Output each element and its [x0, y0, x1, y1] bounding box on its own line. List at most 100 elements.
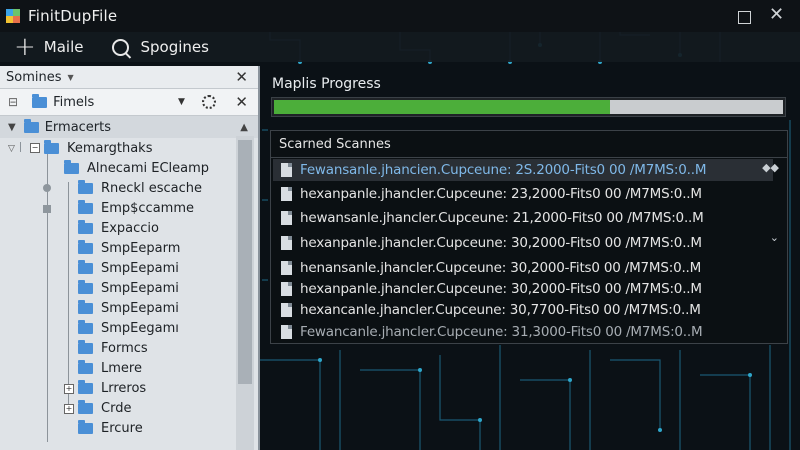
folder-icon: [78, 219, 93, 234]
chevron-up-icon[interactable]: ▲: [240, 122, 248, 133]
tree-scrollbar[interactable]: [236, 136, 254, 450]
folder-icon: [78, 339, 93, 354]
file-row[interactable]: henansanle.jhancler.Cupceune: 30,2000-Fi…: [281, 257, 701, 279]
tree-item-label: Ercure: [101, 420, 143, 436]
tree-line: [68, 182, 69, 412]
folder-icon: [78, 239, 93, 254]
gear-icon[interactable]: [202, 95, 216, 109]
scanned-files-panel: Scarned Scannes Fewansanle.jhancien.Cupc…: [270, 130, 788, 344]
file-row[interactable]: hexanpanle.jhancler.Cupceune: 30,2000-Fi…: [281, 232, 702, 254]
folder-icon: [78, 259, 93, 274]
expand-icon[interactable]: +: [64, 384, 74, 394]
file-icon: [281, 211, 292, 225]
chevron-down-icon[interactable]: ▼: [178, 97, 185, 107]
tree-item[interactable]: SmpEepami: [78, 298, 179, 318]
tree-item-label: SmpEegamı: [101, 320, 179, 336]
file-row-text: Fewancanle.jhancler.Cupceune: 31,3000-Fi…: [300, 324, 703, 340]
tree-item-label: Formcs: [101, 340, 148, 356]
tree-item[interactable]: SmpEepami: [78, 258, 179, 278]
tree-item-label: Lrreros: [101, 380, 147, 396]
file-row[interactable]: hewansanle.jhancler.Cupceune: 21,2000-Fi…: [281, 207, 704, 229]
folder-icon: [78, 279, 93, 294]
file-row[interactable]: Fewancanle.jhancler.Cupceune: 31,3000-Fi…: [281, 321, 703, 343]
node-dot: [43, 184, 51, 192]
scroll-thumb[interactable]: [238, 140, 252, 384]
file-icon: [281, 236, 292, 250]
file-row[interactable]: hexanpanle.jhancler.Cupceune: 23,2000-Fi…: [281, 183, 702, 205]
file-row-text: hexanpanle.jhancler.Cupceune: 30,2000-Fi…: [300, 235, 702, 251]
tree-root-label: Ermacerts: [44, 119, 112, 135]
progress-fill: [274, 100, 610, 114]
progress-remaining: [610, 100, 783, 114]
tree-item-label: SmpEepami: [101, 260, 179, 276]
folder-icon: [78, 199, 93, 214]
sort-icon[interactable]: ◆◆: [762, 161, 779, 174]
file-row-text: hexancanle.jhancler.Cupceune: 30,7700-Fi…: [300, 302, 701, 318]
expand-icon[interactable]: ▼: [8, 122, 16, 133]
panel-header: Somines ▼ ✕: [0, 66, 258, 89]
tree-item[interactable]: Kemargthaks: [44, 138, 152, 158]
file-icon: [281, 163, 292, 177]
file-icon: [281, 261, 292, 275]
tree-item-label: Crde: [101, 400, 132, 416]
file-row[interactable]: hexancanle.jhancler.Cupceune: 30,7700-Fi…: [281, 299, 701, 321]
file-icon: [281, 282, 292, 296]
title-bar: FinitDupFile ✕: [0, 0, 800, 32]
tree-item[interactable]: Ercure: [78, 418, 143, 438]
maximize-button[interactable]: [738, 11, 751, 24]
tree-item[interactable]: Lmere: [78, 358, 142, 378]
add-button-label: Maile: [43, 38, 84, 56]
search-icon: [111, 38, 129, 56]
folder-icon: [78, 359, 93, 374]
tree-item[interactable]: Expaccio: [78, 218, 159, 238]
tree-item-label: SmpEepami: [101, 280, 179, 296]
scanned-files-title: Scarned Scannes: [279, 137, 391, 152]
collapse-icon[interactable]: −: [30, 143, 40, 153]
clear-icon[interactable]: ✕: [235, 93, 248, 111]
panel-header-label[interactable]: Somines: [6, 70, 62, 85]
file-icon: [281, 325, 292, 339]
folder-icon: [78, 179, 93, 194]
folder-icon: [78, 319, 93, 334]
file-row[interactable]: hexanpanle.jhancler.Cupceune: 30,2000-Fi…: [281, 278, 702, 300]
folder-icon: [78, 419, 93, 434]
scan-progress-bar: [271, 97, 786, 117]
tree-item[interactable]: Emp$ccamme: [78, 198, 194, 218]
app-logo-icon: [6, 9, 20, 23]
tree-root[interactable]: ▼ Ermacerts ▲: [0, 116, 258, 138]
tree-item-label: Kemargthaks: [67, 140, 153, 156]
tree-item[interactable]: Lrreros: [78, 378, 146, 398]
chevron-down-icon[interactable]: ⌄: [770, 231, 779, 244]
path-selector[interactable]: ⊟ Fimels ▼ ✕: [0, 89, 258, 116]
tree-item-label: Lmere: [101, 360, 142, 376]
progress-title: Maplis Progress: [272, 76, 381, 92]
add-button[interactable]: + Maile: [14, 34, 84, 60]
tree-item[interactable]: SmpEepami: [78, 278, 179, 298]
tree-item[interactable]: SmpEegamı: [78, 318, 179, 338]
path-value: Fimels: [53, 94, 95, 110]
close-window-button[interactable]: ✕: [769, 4, 784, 25]
expand-icon[interactable]: +: [64, 404, 74, 414]
folder-icon: [64, 159, 79, 174]
tree-item[interactable]: Alnecami ECleamp: [64, 158, 209, 178]
folder-tree-panel: Somines ▼ ✕ ⊟ Fimels ▼ ✕ ▼ Ermacerts ▲ ▽…: [0, 66, 260, 450]
tree-item[interactable]: SmpEeparm: [78, 238, 180, 258]
file-row[interactable]: Fewansanle.jhancien.Cupceune: 2S.2000-Fi…: [273, 159, 773, 181]
file-row-text: Fewansanle.jhancien.Cupceune: 2S.2000-Fi…: [300, 162, 707, 178]
tree-item-label: Emp$ccamme: [101, 200, 194, 216]
tree-item[interactable]: Rneckl escache: [78, 178, 202, 198]
file-icon: [281, 303, 292, 317]
tree-item-label: SmpEeparm: [101, 240, 181, 256]
tree-item-label: Alnecami ECleamp: [87, 160, 210, 176]
tree-line: [20, 142, 21, 152]
folder-icon: [44, 139, 59, 154]
chevron-down-icon[interactable]: ▼: [68, 73, 74, 82]
file-row-text: hewansanle.jhancler.Cupceune: 21,2000-Fi…: [300, 210, 704, 226]
search-button[interactable]: Spogines: [111, 38, 209, 56]
plus-icon: +: [14, 32, 36, 62]
tree-item[interactable]: Formcs: [78, 338, 148, 358]
close-icon[interactable]: ✕: [235, 68, 248, 86]
expand-icon[interactable]: ▽: [8, 144, 15, 154]
collapse-icon[interactable]: ⊟: [8, 95, 18, 109]
tree-item[interactable]: Crde: [78, 398, 131, 418]
